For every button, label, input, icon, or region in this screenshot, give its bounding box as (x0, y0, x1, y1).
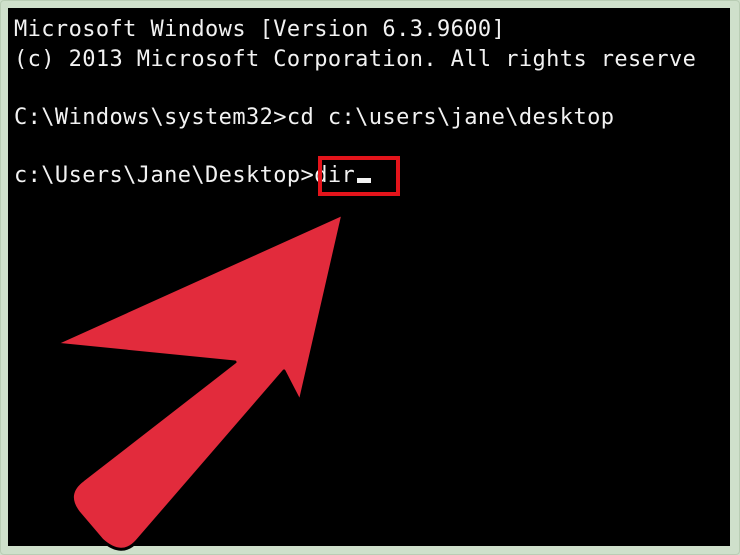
red-arrow-icon (53, 212, 345, 551)
red-arrow-shape (53, 212, 345, 551)
